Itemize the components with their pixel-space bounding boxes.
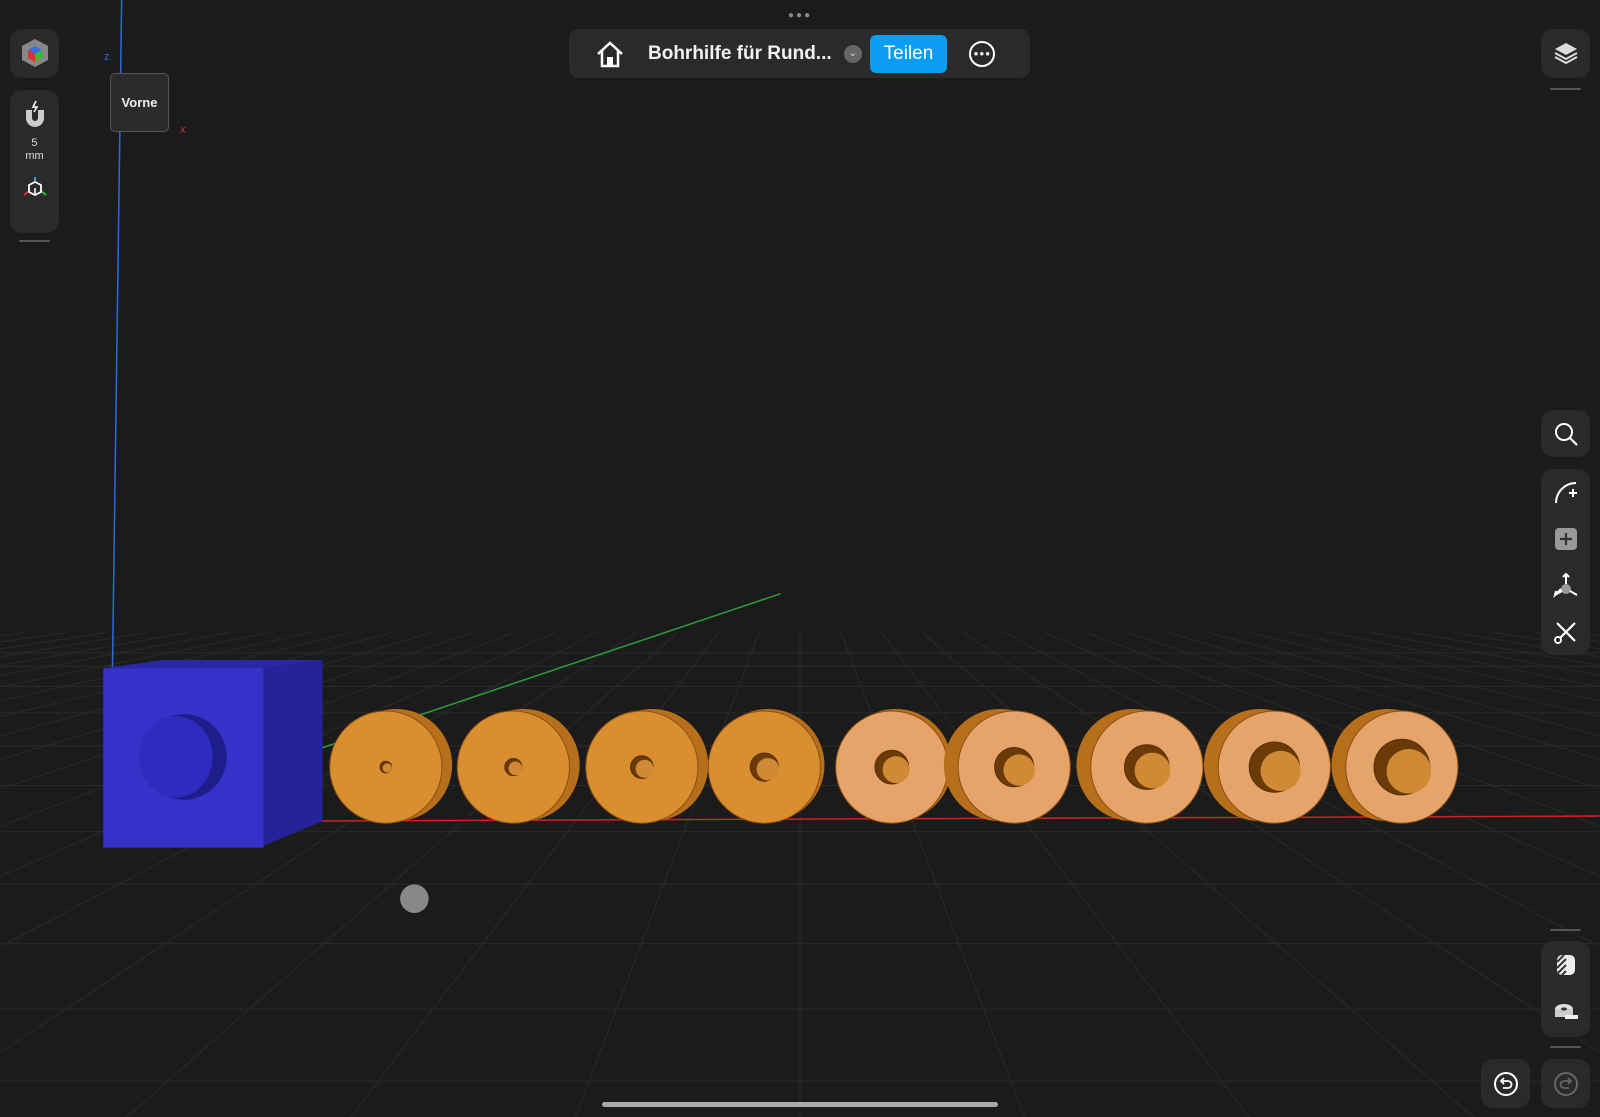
workplane-axes-icon [22,176,47,196]
workplane-button[interactable] [10,163,59,210]
grid-line [0,631,25,637]
disc-hole-inner [756,757,780,781]
blue-cube-model [103,659,323,848]
top-toolbar: Bohrhilfe für Rund... ⌄ Teilen ●●● [569,29,1030,78]
more-options-icon[interactable]: ●●● [969,40,996,67]
transform-tool-button[interactable] [1541,562,1590,609]
grid-line [575,632,760,1117]
view-cube-front[interactable]: Vorne [110,73,169,132]
document-title[interactable]: Bohrhilfe für Rund... [648,43,832,65]
multitask-dots-icon[interactable]: ●●● [788,10,812,21]
tools-wrench-icon [1553,621,1576,644]
grid-line [962,632,1600,1053]
disc-hole-inner [508,761,523,776]
disc-hole-inner [635,759,654,778]
disc-hole-inner [882,756,910,784]
grid-line [0,631,107,650]
disc-hole-inner [1003,754,1035,786]
redo-icon [1553,1071,1578,1096]
home-icon [596,40,623,67]
section-hatch-icon [1555,953,1575,976]
snap-toggle-button[interactable] [10,90,59,137]
tools-panel [1541,469,1590,655]
left-divider [19,240,50,242]
disc-hole-inner [1260,750,1301,791]
disc-model [943,708,1071,824]
disc-models [329,708,1459,824]
grid-line [922,632,1474,1117]
app-screen: ●●● Bohrhilfe für Rund... ⌄ Teilen ●●● 5… [0,0,1600,1117]
search-icon [1554,422,1578,446]
app-logo-button[interactable] [10,29,59,78]
snap-value[interactable]: 5 mm [25,137,43,163]
view-cube-x-label: x [180,124,186,136]
move-axes-icon [1552,572,1577,599]
snap-unit: mm [25,150,44,162]
viewport-3d[interactable] [0,0,1600,1117]
disc-model [1331,708,1459,824]
sketch-arc-icon [1554,482,1577,504]
disc-model [329,708,453,824]
disc-model [456,708,580,824]
disc-model [835,708,952,824]
redo-button[interactable] [1541,1059,1590,1108]
layers-button[interactable] [1541,29,1590,78]
grid-line [840,632,1025,1117]
right-bottom-divider [1550,929,1581,931]
snap-number: 5 [31,137,38,149]
disc-model [1203,708,1331,824]
sketch-tool-button[interactable] [1541,469,1590,516]
pivot-handle [400,884,429,913]
grid-line [350,632,719,1117]
section-view-button[interactable] [1541,941,1590,988]
disc-model [1076,708,1204,824]
undo-icon [1493,1071,1518,1096]
disc-hole-inner [1134,752,1171,789]
ruler-tape-icon [1554,1003,1578,1019]
bottom-tools-panel [1541,941,1590,1037]
home-button[interactable] [585,30,634,77]
magnet-icon [25,100,44,127]
search-button[interactable] [1541,410,1590,457]
disc-hole-inner [1386,749,1432,794]
disc-model [585,708,709,824]
view-cube-icon [21,38,48,67]
right-top-divider [1550,88,1581,90]
undo-button[interactable] [1481,1059,1530,1108]
disc-model [707,708,825,824]
add-box-icon [1554,527,1577,550]
layers-icon [1554,42,1577,64]
right-bottom-divider-2 [1550,1046,1581,1048]
disc-hole-inner [382,763,392,773]
share-button[interactable]: Teilen [869,34,948,73]
measure-button[interactable] [1541,988,1590,1035]
grid-line [881,632,1250,1117]
modify-tool-button[interactable] [1541,609,1590,656]
view-cube-z-label: z [104,51,110,63]
title-dropdown-chevron-icon[interactable]: ⌄ [843,44,862,63]
home-indicator[interactable] [602,1102,998,1107]
add-primitive-button[interactable] [1541,516,1590,563]
snap-panel: 5 mm [10,90,59,233]
